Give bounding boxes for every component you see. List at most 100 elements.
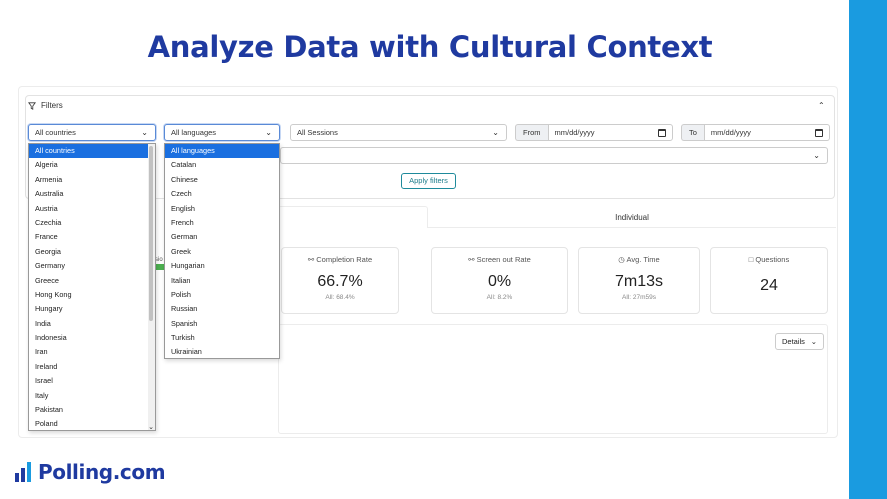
country-option[interactable]: Austria <box>29 202 155 216</box>
chevron-down-icon: ⌄ <box>810 337 817 346</box>
country-option[interactable]: Iran <box>29 345 155 359</box>
filters-header-label: Filters <box>41 101 63 110</box>
country-option[interactable]: Indonesia <box>29 331 155 345</box>
user-check-icon: ⚯ <box>307 255 315 264</box>
to-date-placeholder: mm/dd/yyyy <box>710 128 751 137</box>
screen-out-rate-all: All: 8.2% <box>486 294 513 301</box>
bars-logo-icon <box>15 462 31 482</box>
chevron-down-icon: ⌄ <box>265 128 272 137</box>
logo-text: Polling.com <box>38 460 166 484</box>
language-option[interactable]: All languages <box>165 144 279 159</box>
from-date-group: From mm/dd/yyyy <box>515 124 673 141</box>
scrollbar[interactable] <box>148 144 155 430</box>
country-option[interactable]: Australia <box>29 187 155 201</box>
details-button[interactable]: Details ⌄ <box>775 333 824 350</box>
country-option[interactable]: Hungary <box>29 302 155 316</box>
country-option[interactable]: France <box>29 230 155 244</box>
country-select[interactable]: All countries ⌄ <box>28 124 156 141</box>
stat-completion-rate: ⚯ Completion Rate 66.7% All: 68.4% <box>281 247 399 314</box>
country-option[interactable]: All countries <box>29 144 155 159</box>
chat-icon: □ <box>748 255 754 264</box>
from-date-input[interactable]: mm/dd/yyyy <box>547 124 673 141</box>
chevron-down-icon[interactable]: ⌄ <box>148 423 154 430</box>
stat-screen-out-rate: ⚯ Screen out Rate 0% All: 8.2% <box>431 247 568 314</box>
country-option[interactable]: Georgia <box>29 245 155 259</box>
calendar-icon[interactable] <box>657 129 666 137</box>
scrollbar-thumb[interactable] <box>149 146 153 321</box>
language-option[interactable]: Hungarian <box>165 259 279 273</box>
language-option[interactable]: Catalan <box>165 158 279 172</box>
country-option[interactable]: Pakistan <box>29 403 155 417</box>
screen-out-rate-value: 0% <box>487 273 512 290</box>
user-x-icon: ⚯ <box>468 255 475 264</box>
to-date-input[interactable]: mm/dd/yyyy <box>703 124 830 141</box>
tab-individual-label: Individual <box>615 213 649 222</box>
country-option[interactable]: Ireland <box>29 360 155 374</box>
right-decorative-band <box>849 0 887 499</box>
language-option[interactable]: Chinese <box>165 173 279 187</box>
chevron-down-icon: ⌄ <box>141 128 148 137</box>
country-select-value: All countries <box>35 128 76 137</box>
chevron-down-icon: ⌄ <box>492 128 499 137</box>
language-dropdown-list[interactable]: All languages Catalan Chinese Czech English F… <box>164 143 280 359</box>
country-option[interactable]: Algeria <box>29 158 155 172</box>
from-label: From <box>515 124 548 141</box>
to-date-group: To mm/dd/yyyy <box>681 124 830 141</box>
language-option[interactable]: Czech <box>165 187 279 201</box>
polling-logo: Polling.com <box>14 460 166 484</box>
clock-icon: ◷ <box>618 255 625 264</box>
country-option[interactable]: Germany <box>29 259 155 273</box>
language-option[interactable]: German <box>165 230 279 244</box>
country-dropdown-list[interactable]: All countries Algeria Armenia Australia Aust… <box>28 143 156 431</box>
chart-card <box>278 324 828 434</box>
language-option[interactable]: Greek <box>165 245 279 259</box>
avg-time-value: 7m13s <box>614 273 664 290</box>
language-options: All languages Catalan Chinese Czech English F… <box>165 144 279 358</box>
avg-time-all: All: 27m59s <box>622 294 656 301</box>
completion-rate-value: 66.7% <box>317 273 363 290</box>
questions-value: 24 <box>760 277 778 294</box>
country-option[interactable]: Israel <box>29 374 155 388</box>
chevron-down-icon: ⌄ <box>813 151 820 160</box>
country-option[interactable]: India <box>29 317 155 331</box>
tab-aggregate[interactable] <box>278 206 428 228</box>
calendar-icon[interactable] <box>814 129 823 137</box>
secondary-select[interactable]: ⌄ <box>280 147 828 164</box>
language-option[interactable]: Turkish <box>165 331 279 345</box>
language-option[interactable]: Ukrainian <box>165 345 279 358</box>
language-option[interactable]: Russian <box>165 302 279 316</box>
country-option[interactable]: Greece <box>29 274 155 288</box>
filters-header[interactable]: Filters <box>28 101 63 110</box>
chevron-up-icon[interactable]: ⌃ <box>818 101 825 110</box>
country-option[interactable]: Italy <box>29 389 155 403</box>
tab-individual[interactable]: Individual <box>428 206 836 228</box>
completion-rate-all: All: 68.4% <box>325 294 355 301</box>
language-option[interactable]: Spanish <box>165 317 279 331</box>
country-option[interactable]: Hong Kong <box>29 288 155 302</box>
stat-questions: □ Questions 24 <box>710 247 828 314</box>
language-select-value: All languages <box>171 128 217 137</box>
country-options: All countries Algeria Armenia Australia Aust… <box>29 144 155 430</box>
screen-out-rate-label: ⚯ Screen out Rate <box>468 255 531 264</box>
questions-label: □ Questions <box>748 255 790 264</box>
country-option[interactable]: Armenia <box>29 173 155 187</box>
funnel-icon <box>28 101 36 110</box>
from-date-placeholder: mm/dd/yyyy <box>554 128 595 137</box>
to-label: To <box>681 124 704 141</box>
language-option[interactable]: French <box>165 216 279 230</box>
slide-title: Analyze Data with Cultural Context <box>147 30 713 64</box>
language-option[interactable]: Italian <box>165 274 279 288</box>
session-select[interactable]: All Sessions ⌄ <box>290 124 507 141</box>
country-option[interactable]: Poland <box>29 417 155 430</box>
stat-avg-time: ◷ Avg. Time 7m13s All: 27m59s <box>578 247 700 314</box>
apply-filters-button[interactable]: Apply filters <box>401 173 456 189</box>
details-label: Details <box>782 337 805 346</box>
language-option[interactable]: English <box>165 202 279 216</box>
language-option[interactable]: Polish <box>165 288 279 302</box>
avg-time-label: ◷ Avg. Time <box>618 255 660 264</box>
language-select[interactable]: All languages ⌄ <box>164 124 280 141</box>
country-option[interactable]: Czechia <box>29 216 155 230</box>
session-select-value: All Sessions <box>297 128 338 137</box>
completion-rate-label: ⚯ Completion Rate <box>307 255 373 264</box>
background-text-fragment: sio <box>155 257 163 263</box>
